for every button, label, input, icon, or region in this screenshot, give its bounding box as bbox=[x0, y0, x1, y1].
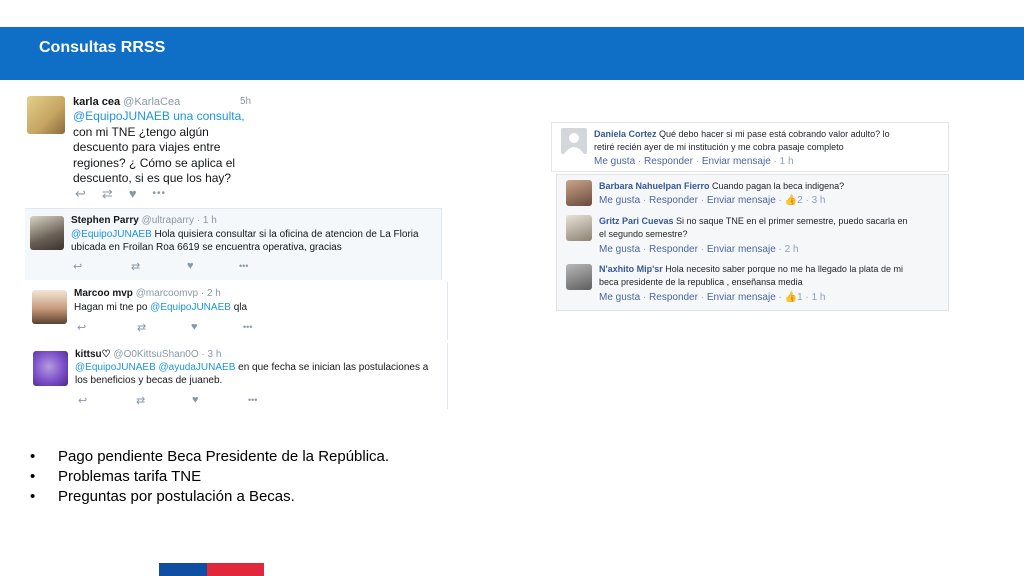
fb-like-link[interactable]: Me gusta bbox=[599, 195, 640, 206]
tweet-text: Hagan mi tne po bbox=[74, 302, 151, 313]
tweet-text: Hola quisiera consultar si la oficina de… bbox=[151, 229, 419, 240]
fb-time: 1 h bbox=[811, 292, 826, 303]
tweet-marcoo[interactable]: Marcoo mvp @marcoomvp · 2 h Hagan mi tne… bbox=[25, 282, 448, 340]
tweet-time: 5h bbox=[240, 96, 252, 107]
more-icon[interactable]: ••• bbox=[243, 321, 252, 334]
fb-text: Hola necesito saber porque no me ha lleg… bbox=[662, 264, 903, 274]
reply-icon[interactable]: ↩ bbox=[73, 260, 131, 273]
like-icon[interactable]: ♥ bbox=[187, 260, 239, 273]
tweet-text: en que fecha se inician las postulacione… bbox=[235, 362, 429, 373]
tweet-mention[interactable]: @EquipoJUNAEB bbox=[71, 229, 152, 240]
tweet-text-line: los beneficios y becas de juaneb. bbox=[75, 375, 223, 386]
fb-author[interactable]: Daniela Cortez bbox=[594, 129, 657, 139]
tweet-text-line: con mi TNE ¿tengo algún bbox=[73, 124, 209, 139]
fb-reply[interactable]: Barbara Nahuelpan Fierro Cuando pagan la… bbox=[557, 177, 948, 213]
tweet-text-line: regiones? ¿ Cómo se aplica el bbox=[73, 155, 236, 170]
tweet-handle[interactable]: @marcoomvp · 2 h bbox=[136, 288, 221, 299]
fb-reply[interactable]: N'axhito Mip'sr Hola necesito saber porq… bbox=[557, 263, 948, 309]
like-icon[interactable]: ♥ bbox=[191, 321, 243, 334]
tweet-handle[interactable]: @ultraparry · 1 h bbox=[142, 215, 217, 226]
fb-author[interactable]: Barbara Nahuelpan Fierro bbox=[599, 181, 710, 191]
fb-send-link[interactable]: Enviar mensaje bbox=[707, 244, 776, 255]
tweet-author[interactable]: Stephen Parry bbox=[71, 215, 139, 226]
tweet-handle[interactable]: @O0KittsuShan0O · 3 h bbox=[113, 349, 221, 360]
fb-text-line: beca presidente de la republica , enseña… bbox=[599, 277, 803, 287]
tweet-text-line: descuento para viajes entre bbox=[73, 140, 221, 154]
fb-reply-link[interactable]: Responder bbox=[649, 244, 698, 255]
fb-text: Si no saque TNE en el primer semestre, p… bbox=[673, 216, 908, 226]
tweet-author[interactable]: Marcoo mvp bbox=[74, 288, 133, 299]
fb-text-line: el segundo semestre? bbox=[599, 229, 688, 239]
fb-time: 3 h bbox=[811, 195, 826, 206]
fb-reply[interactable]: Gritz Pari Cuevas Si no saque TNE en el … bbox=[557, 215, 948, 261]
fb-like-count: 2 bbox=[797, 195, 803, 206]
tweet-author[interactable]: karla cea bbox=[73, 96, 120, 108]
footer-bar-red bbox=[207, 563, 264, 576]
reply-icon[interactable]: ↩ bbox=[77, 321, 137, 334]
like-icon[interactable]: ♥ bbox=[129, 186, 137, 202]
avatar bbox=[566, 215, 592, 241]
fb-send-link[interactable]: Enviar mensaje bbox=[707, 195, 776, 206]
tweet-text: qla bbox=[230, 302, 248, 313]
header-bar: Consultas RRSS bbox=[0, 27, 1024, 80]
fb-time: 2 h bbox=[784, 244, 799, 255]
fb-author[interactable]: Gritz Pari Cuevas bbox=[599, 216, 674, 226]
list-item: Preguntas por postulación a Becas. bbox=[30, 487, 389, 507]
list-item: Pago pendiente Beca Presidente de la Rep… bbox=[30, 447, 389, 467]
fb-like-count: 1 bbox=[797, 292, 803, 303]
tweet-text-line: descuento, si es que los hay? bbox=[73, 171, 232, 185]
fb-replies: Barbara Nahuelpan Fierro Cuando pagan la… bbox=[556, 174, 949, 311]
more-icon[interactable]: ••• bbox=[153, 186, 167, 202]
fb-reply-link[interactable]: Responder bbox=[644, 156, 693, 167]
more-icon[interactable]: ••• bbox=[239, 260, 248, 273]
reply-icon[interactable]: ↩ bbox=[75, 186, 86, 202]
fb-reply-link[interactable]: Responder bbox=[649, 292, 698, 303]
tweet-author[interactable]: kittsu♡ bbox=[75, 349, 111, 360]
avatar bbox=[33, 351, 68, 386]
fb-time: 1 h bbox=[779, 156, 794, 167]
summary-list: Pago pendiente Beca Presidente de la Rep… bbox=[30, 447, 389, 507]
tweet-kittsu[interactable]: kittsu♡ @O0KittsuShan0O · 3 h @EquipoJUN… bbox=[25, 343, 448, 409]
fb-like-link[interactable]: Me gusta bbox=[599, 244, 640, 255]
fb-send-link[interactable]: Enviar mensaje bbox=[702, 156, 771, 167]
retweet-icon[interactable]: ⇄ bbox=[102, 186, 113, 202]
thumbs-up-icon[interactable]: 👍 bbox=[785, 292, 797, 303]
tweet-karla[interactable]: karla cea @KarlaCea 5h @EquipoJUNAEB una… bbox=[25, 94, 265, 204]
reply-icon[interactable]: ↩ bbox=[78, 394, 136, 407]
fb-like-link[interactable]: Me gusta bbox=[599, 292, 640, 303]
footer-bar-blue bbox=[159, 563, 207, 576]
fb-reply-link[interactable]: Responder bbox=[649, 195, 698, 206]
avatar bbox=[566, 180, 592, 206]
thumbs-up-icon[interactable]: 👍 bbox=[785, 195, 797, 206]
tweet-mention[interactable]: @EquipoJUNAEB una consulta, bbox=[73, 109, 245, 123]
more-icon[interactable]: ••• bbox=[248, 394, 257, 407]
fb-send-link[interactable]: Enviar mensaje bbox=[707, 292, 776, 303]
avatar bbox=[30, 216, 64, 250]
tweet-mention[interactable]: @EquipoJUNAEB @ayudaJUNAEB bbox=[75, 362, 235, 373]
tweet-mention[interactable]: @EquipoJUNAEB bbox=[150, 302, 231, 313]
tweet-text-line: ubicada en Froilan Roa 6619 se encuentra… bbox=[71, 242, 342, 253]
avatar bbox=[32, 290, 67, 324]
retweet-icon[interactable]: ⇄ bbox=[131, 260, 187, 273]
retweet-icon[interactable]: ⇄ bbox=[136, 394, 192, 407]
avatar bbox=[566, 264, 592, 290]
fb-comment-main[interactable]: Daniela Cortez Qué debo hacer si mi pase… bbox=[551, 122, 949, 172]
avatar bbox=[27, 96, 65, 134]
tweet-handle[interactable]: @KarlaCea bbox=[123, 96, 180, 108]
fb-text: Cuando pagan la beca indigena? bbox=[709, 181, 845, 191]
fb-author[interactable]: N'axhito Mip'sr bbox=[599, 264, 663, 274]
tweet-stephen[interactable]: Stephen Parry @ultraparry · 1 h @EquipoJ… bbox=[25, 208, 442, 280]
fb-text: Qué debo hacer si mi pase está cobrando … bbox=[656, 129, 890, 139]
retweet-icon[interactable]: ⇄ bbox=[137, 321, 191, 334]
like-icon[interactable]: ♥ bbox=[192, 394, 248, 407]
page-title: Consultas RRSS bbox=[39, 39, 166, 56]
avatar bbox=[561, 128, 587, 154]
fb-text-line: retiré recién ayer de mi institución y m… bbox=[594, 142, 844, 152]
list-item: Problemas tarifa TNE bbox=[30, 467, 389, 487]
fb-like-link[interactable]: Me gusta bbox=[594, 156, 635, 167]
